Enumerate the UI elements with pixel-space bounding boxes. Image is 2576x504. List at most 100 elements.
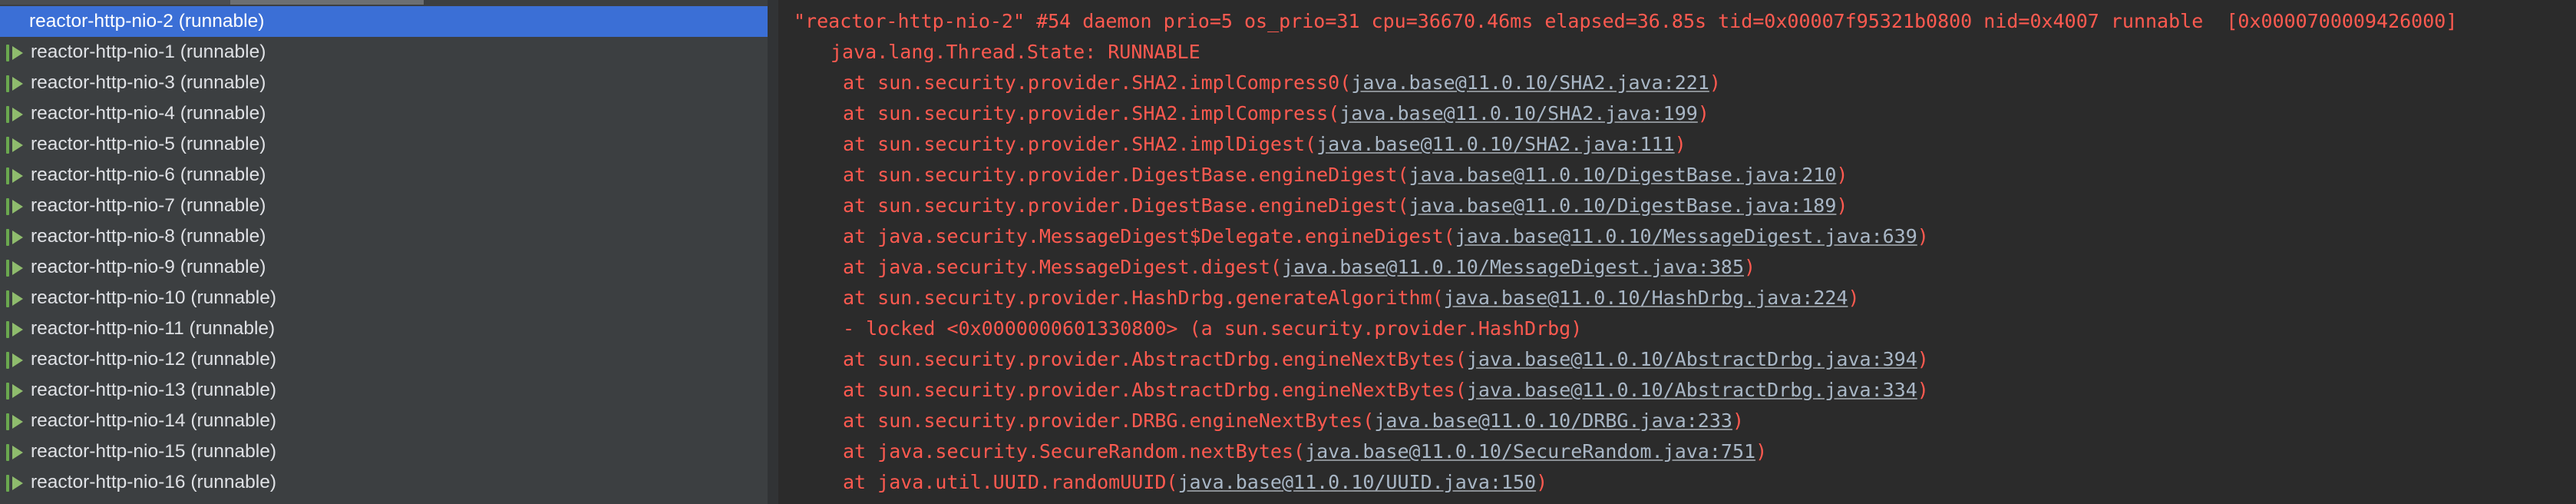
stack-frame: at sun.security.provider.DRBG.engineNext…	[843, 406, 1744, 436]
source-location-link[interactable]: java.base@11.0.10/SHA2.java:199	[1339, 102, 1698, 124]
stack-frame: at sun.security.provider.AbstractDrbg.en…	[843, 375, 1929, 406]
thread-label: reactor-http-nio-15 (runnable)	[31, 441, 277, 462]
thread-label: reactor-http-nio-11 (runnable)	[31, 318, 276, 339]
running-thread-icon	[3, 470, 26, 495]
frame-close-paren: )	[1709, 71, 1721, 94]
thread-row[interactable]: reactor-http-nio-6 (runnable)	[0, 160, 768, 191]
thread-row[interactable]: reactor-http-nio-8 (runnable)	[0, 221, 768, 252]
frame-method: at java.security.MessageDigest.digest(	[843, 256, 1282, 278]
frame-method: at java.util.UUID.randomUUID(	[843, 471, 1178, 493]
source-location-link[interactable]: java.base@11.0.10/SHA2.java:221	[1351, 71, 1709, 94]
running-thread-icon	[3, 409, 26, 433]
source-location-link[interactable]: java.base@11.0.10/MessageDigest.java:385	[1282, 256, 1744, 278]
frame-close-paren: )	[1755, 440, 1768, 463]
source-location-link[interactable]: java.base@11.0.10/UUID.java:150	[1178, 471, 1537, 493]
running-thread-icon	[3, 317, 26, 341]
frame-close-paren: )	[1917, 225, 1929, 247]
thread-list-top-bar-highlight	[230, 0, 424, 5]
thread-row[interactable]: reactor-http-nio-11 (runnable)	[0, 313, 768, 344]
stack-frame: at java.security.SecureRandom.nextBytes(…	[843, 436, 1767, 467]
stack-trace-pane[interactable]: "reactor-http-nio-2" #54 daemon prio=5 o…	[778, 0, 2576, 504]
thread-row[interactable]: reactor-http-nio-15 (runnable)	[0, 436, 768, 467]
thread-dump-viewer: reactor-http-nio-2 (runnable) reactor-htt…	[0, 0, 2576, 504]
frame-method: - locked <0x0000000601330800> (a sun.sec…	[843, 317, 1583, 340]
frame-close-paren: )	[1744, 256, 1756, 278]
thread-row[interactable]: reactor-http-nio-16 (runnable)	[0, 467, 768, 498]
thread-row[interactable]: reactor-http-nio-2 (runnable)	[0, 6, 768, 37]
source-location-link[interactable]: java.base@11.0.10/AbstractDrbg.java:334	[1467, 379, 1917, 401]
frame-method: at sun.security.provider.DigestBase.engi…	[843, 194, 1409, 217]
frame-method: at sun.security.provider.HashDrbg.genera…	[843, 287, 1444, 309]
thread-header: "reactor-http-nio-2" #54 daemon prio=5 o…	[794, 10, 2458, 32]
source-location-link[interactable]: java.base@11.0.10/DRBG.java:233	[1374, 410, 1732, 432]
running-thread-icon	[3, 163, 26, 187]
frame-method: at sun.security.provider.SHA2.implCompre…	[843, 102, 1340, 124]
frame-close-paren: )	[1674, 133, 1686, 155]
frame-method: at sun.security.provider.DRBG.engineNext…	[843, 410, 1375, 432]
running-thread-icon	[3, 255, 26, 280]
stack-frame: at sun.security.provider.DigestBase.engi…	[843, 160, 1848, 191]
source-location-link[interactable]: java.base@11.0.10/HashDrbg.java:224	[1444, 287, 1848, 309]
running-thread-icon	[3, 378, 26, 403]
thread-label: reactor-http-nio-16 (runnable)	[31, 472, 277, 492]
running-thread-icon	[3, 286, 26, 310]
thread-state: java.lang.Thread.State: RUNNABLE	[831, 41, 1200, 63]
stack-frame: at sun.security.provider.SHA2.implDigest…	[843, 129, 1686, 160]
frame-close-paren: )	[1848, 287, 1860, 309]
running-thread-icon	[3, 40, 26, 65]
stack-frame: at sun.security.provider.HashDrbg.genera…	[843, 283, 1860, 313]
frame-close-paren: )	[1536, 471, 1548, 493]
thread-label: reactor-http-nio-13 (runnable)	[31, 380, 277, 400]
stack-frame: at sun.security.provider.AbstractDrbg.en…	[843, 344, 1929, 375]
thread-row[interactable]: reactor-http-nio-14 (runnable)	[0, 406, 768, 436]
thread-label: reactor-http-nio-3 (runnable)	[31, 72, 266, 93]
source-location-link[interactable]: java.base@11.0.10/SecureRandom.java:751	[1305, 440, 1755, 463]
running-thread-icon	[3, 101, 26, 126]
thread-label: reactor-http-nio-1 (runnable)	[31, 41, 266, 62]
stack-frame: at java.security.MessageDigest$Delegate.…	[843, 221, 1929, 252]
thread-label: reactor-http-nio-4 (runnable)	[31, 103, 266, 124]
source-location-link[interactable]: java.base@11.0.10/AbstractDrbg.java:394	[1467, 348, 1917, 370]
thread-row[interactable]: reactor-http-nio-9 (runnable)	[0, 252, 768, 283]
thread-row[interactable]: reactor-http-nio-12 (runnable)	[0, 344, 768, 375]
running-thread-icon	[3, 224, 26, 249]
source-location-link[interactable]: java.base@11.0.10/SHA2.java:111	[1316, 133, 1675, 155]
frame-close-paren: )	[1697, 102, 1709, 124]
thread-label: reactor-http-nio-8 (runnable)	[31, 226, 266, 247]
running-thread-icon	[3, 194, 26, 218]
thread-row[interactable]: reactor-http-nio-10 (runnable)	[0, 283, 768, 313]
panel-divider[interactable]	[768, 0, 778, 504]
stack-frame: at java.util.UUID.randomUUID(java.base@1…	[843, 467, 1547, 498]
thread-row[interactable]: reactor-http-nio-13 (runnable)	[0, 375, 768, 406]
thread-row[interactable]: reactor-http-nio-7 (runnable)	[0, 191, 768, 221]
running-thread-icon	[3, 439, 26, 464]
stack-frame: at java.security.MessageDigest.digest(ja…	[843, 252, 1755, 283]
stack-frame: - locked <0x0000000601330800> (a sun.sec…	[843, 313, 1582, 344]
running-thread-icon	[3, 132, 26, 157]
frame-close-paren: )	[1836, 194, 1848, 217]
frame-close-paren: )	[1917, 379, 1929, 401]
thread-label: reactor-http-nio-2 (runnable)	[29, 11, 265, 32]
thread-row[interactable]: reactor-http-nio-1 (runnable)	[0, 37, 768, 68]
thread-label: reactor-http-nio-10 (runnable)	[31, 287, 277, 308]
frame-method: at java.security.MessageDigest$Delegate.…	[843, 225, 1455, 247]
source-location-link[interactable]: java.base@11.0.10/DigestBase.java:210	[1409, 164, 1837, 186]
frame-method: at sun.security.provider.DigestBase.engi…	[843, 164, 1409, 186]
frame-close-paren: )	[1917, 348, 1929, 370]
frame-close-paren: )	[1732, 410, 1745, 432]
thread-row[interactable]: reactor-http-nio-3 (runnable)	[0, 68, 768, 98]
thread-label: reactor-http-nio-12 (runnable)	[31, 349, 277, 370]
thread-row[interactable]: reactor-http-nio-4 (runnable)	[0, 98, 768, 129]
stack-frame: at sun.security.provider.DigestBase.engi…	[843, 191, 1848, 221]
stack-frame: at sun.security.provider.SHA2.implCompre…	[843, 68, 1721, 98]
thread-row[interactable]: reactor-http-nio-5 (runnable)	[0, 129, 768, 160]
running-thread-icon	[3, 347, 26, 372]
frame-method: at sun.security.provider.SHA2.implDigest…	[843, 133, 1317, 155]
thread-label: reactor-http-nio-7 (runnable)	[31, 195, 266, 216]
source-location-link[interactable]: java.base@11.0.10/DigestBase.java:189	[1409, 194, 1837, 217]
thread-list[interactable]: reactor-http-nio-2 (runnable) reactor-htt…	[0, 0, 768, 504]
stack-frame: at sun.security.provider.SHA2.implCompre…	[843, 98, 1709, 129]
thread-label: reactor-http-nio-14 (runnable)	[31, 410, 277, 431]
source-location-link[interactable]: java.base@11.0.10/MessageDigest.java:639	[1455, 225, 1917, 247]
thread-label: reactor-http-nio-9 (runnable)	[31, 257, 266, 277]
